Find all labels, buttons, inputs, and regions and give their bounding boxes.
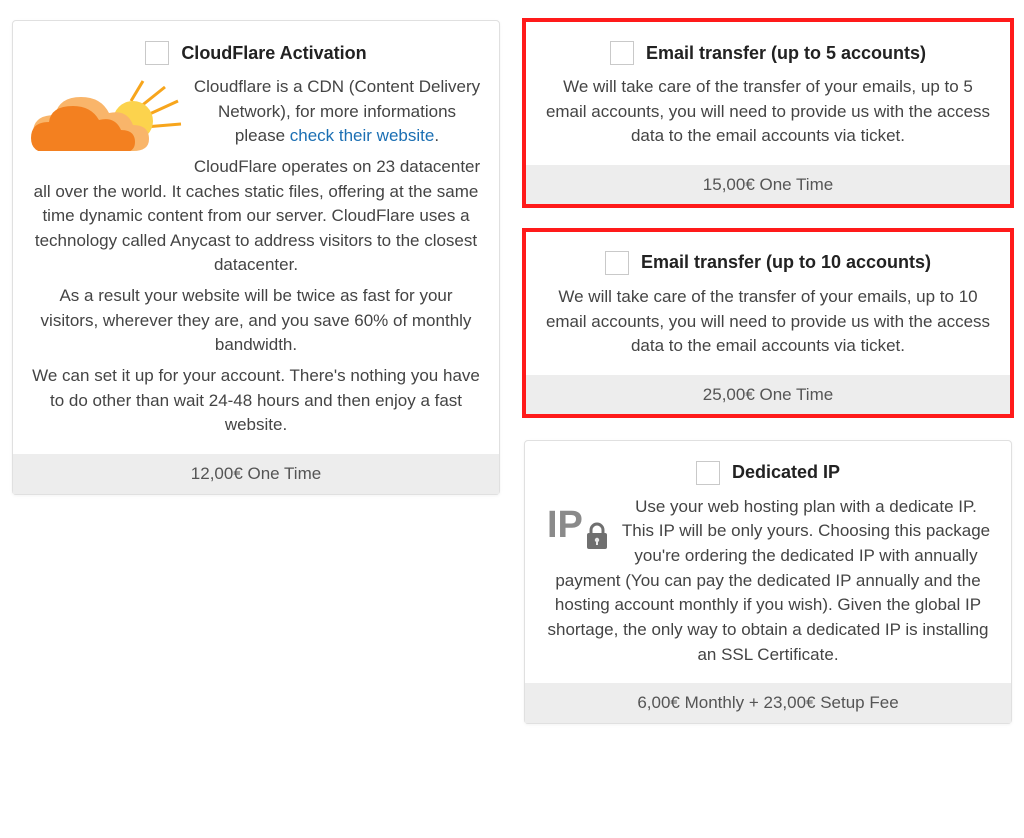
addon-price: 25,00€ One Time — [525, 375, 1011, 415]
addon-checkbox[interactable] — [696, 461, 720, 485]
addon-title: Email transfer (up to 10 accounts) — [641, 252, 931, 273]
desc-text: Use your web hosting plan with a dedicat… — [547, 497, 990, 664]
addon-header: Email transfer (up to 5 accounts) — [543, 41, 993, 65]
addon-email-10: Email transfer (up to 10 accounts) We wi… — [524, 230, 1012, 416]
addon-cloudflare: CloudFlare Activation — [12, 20, 500, 495]
addon-description: We will take care of the transfer of you… — [543, 285, 993, 359]
cloudflare-website-link[interactable]: check their website — [290, 126, 435, 145]
addon-checkbox[interactable] — [145, 41, 169, 65]
addon-price: 15,00€ One Time — [525, 165, 1011, 205]
addon-dedicated-ip: Dedicated IP IP Use your web hosting pla… — [524, 440, 1012, 724]
addon-header: Dedicated IP — [543, 461, 993, 485]
desc-p3: As a result your website will be twice a… — [31, 284, 481, 358]
ip-lock-icon: IP — [543, 497, 613, 552]
addon-header: Email transfer (up to 10 accounts) — [543, 251, 993, 275]
addon-description: Cloudflare is a CDN (Content Delivery Ne… — [31, 75, 481, 438]
desc-p4: We can set it up for your account. There… — [31, 364, 481, 438]
addon-checkbox[interactable] — [605, 251, 629, 275]
addon-email-5: Email transfer (up to 5 accounts) We wil… — [524, 20, 1012, 206]
desc-intro-b: . — [434, 126, 439, 145]
cloudflare-icon — [31, 79, 185, 164]
addon-price: 12,00€ One Time — [13, 454, 499, 494]
addon-description: We will take care of the transfer of you… — [543, 75, 993, 149]
addon-title: CloudFlare Activation — [181, 43, 366, 64]
addon-title: Email transfer (up to 5 accounts) — [646, 43, 926, 64]
addon-header: CloudFlare Activation — [31, 41, 481, 65]
svg-text:IP: IP — [547, 504, 583, 546]
addon-checkbox[interactable] — [610, 41, 634, 65]
desc-p2: CloudFlare operates on 23 datacenter all… — [31, 155, 481, 278]
addon-title: Dedicated IP — [732, 462, 840, 483]
addon-price: 6,00€ Monthly + 23,00€ Setup Fee — [525, 683, 1011, 723]
addon-description: IP Use your web hosting plan with a dedi… — [543, 495, 993, 667]
